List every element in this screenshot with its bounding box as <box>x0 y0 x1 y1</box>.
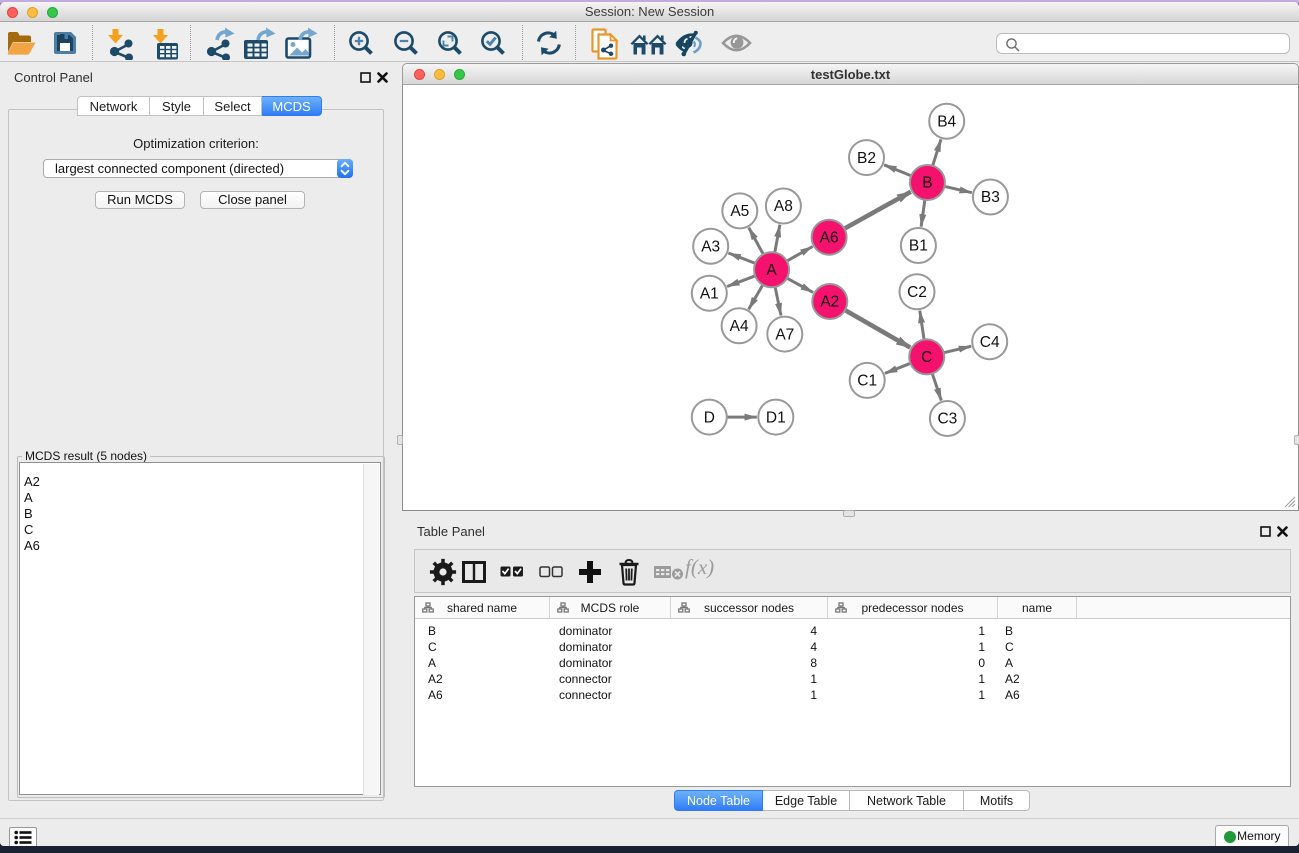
svg-text:D: D <box>704 409 715 426</box>
svg-text:C1: C1 <box>857 373 877 390</box>
svg-text:A2: A2 <box>820 294 839 311</box>
svg-text:B2: B2 <box>857 150 876 167</box>
svg-text:B3: B3 <box>981 189 1000 206</box>
svg-text:D1: D1 <box>766 409 786 426</box>
svg-text:A: A <box>766 262 777 279</box>
svg-text:B4: B4 <box>937 113 956 130</box>
svg-text:C2: C2 <box>907 284 927 301</box>
svg-text:A7: A7 <box>775 326 794 343</box>
svg-text:A8: A8 <box>774 198 793 215</box>
svg-text:A1: A1 <box>700 285 719 302</box>
svg-text:A4: A4 <box>730 318 749 335</box>
svg-text:B1: B1 <box>909 238 928 255</box>
svg-text:B: B <box>922 175 932 192</box>
svg-text:C4: C4 <box>980 334 1000 351</box>
svg-text:C3: C3 <box>937 411 957 428</box>
svg-text:C: C <box>921 349 932 366</box>
svg-text:A3: A3 <box>701 238 720 255</box>
svg-text:A6: A6 <box>820 229 839 246</box>
svg-text:A5: A5 <box>730 203 749 220</box>
